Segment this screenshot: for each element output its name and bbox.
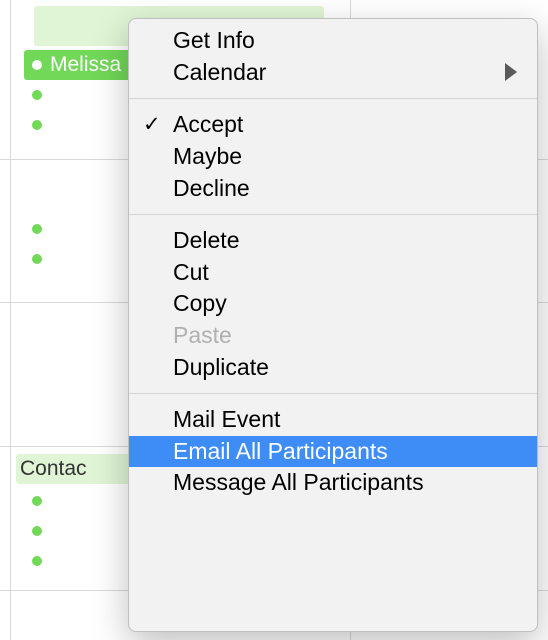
calendar-event[interactable]	[32, 88, 46, 102]
menu-item-label: Accept	[173, 113, 243, 136]
calendar-event[interactable]	[32, 494, 46, 508]
calendar-event[interactable]	[32, 554, 46, 568]
calendar-event[interactable]	[32, 524, 46, 538]
menu-item-label: Message All Participants	[173, 471, 424, 494]
menu-item-label: Calendar	[173, 61, 266, 84]
menu-item-label: Email All Participants	[173, 440, 388, 463]
menu-item-message-all-participants[interactable]: Message All Participants	[129, 467, 537, 499]
context-menu: Get Info Calendar ✓ Accept Maybe Decline…	[128, 18, 538, 632]
menu-separator	[129, 214, 537, 215]
event-label: Contac	[20, 457, 87, 481]
calendar-event[interactable]	[32, 222, 46, 236]
event-dot-icon	[32, 254, 42, 264]
menu-item-duplicate[interactable]: Duplicate	[129, 351, 537, 383]
menu-item-label: Duplicate	[173, 356, 269, 379]
menu-item-decline[interactable]: Decline	[129, 172, 537, 204]
calendar-event[interactable]	[32, 252, 46, 266]
menu-item-cut[interactable]: Cut	[129, 257, 537, 289]
menu-separator	[129, 393, 537, 394]
calendar-event[interactable]	[32, 118, 46, 132]
event-dot-icon	[32, 526, 42, 536]
menu-item-label: Copy	[173, 292, 227, 315]
event-dot-icon	[32, 90, 42, 100]
menu-item-label: Cut	[173, 261, 209, 284]
checkmark-icon: ✓	[143, 112, 161, 137]
menu-item-label: Paste	[173, 324, 232, 347]
menu-item-email-all-participants[interactable]: Email All Participants	[129, 436, 537, 468]
menu-item-delete[interactable]: Delete	[129, 225, 537, 257]
menu-item-label: Decline	[173, 177, 250, 200]
event-label: Melissa	[50, 53, 121, 77]
grid-line	[10, 0, 11, 640]
menu-item-label: Mail Event	[173, 408, 280, 431]
chevron-right-icon	[505, 63, 517, 81]
menu-item-copy[interactable]: Copy	[129, 288, 537, 320]
event-dot-icon	[32, 496, 42, 506]
menu-item-get-info[interactable]: Get Info	[129, 25, 537, 57]
menu-item-mail-event[interactable]: Mail Event	[129, 404, 537, 436]
menu-item-label: Delete	[173, 229, 239, 252]
calendar-background: Melissa Contac Get Info Calendar ✓ Accep…	[0, 0, 548, 640]
event-dot-icon	[32, 60, 42, 70]
menu-item-calendar[interactable]: Calendar	[129, 57, 537, 89]
menu-item-label: Get Info	[173, 29, 255, 52]
menu-item-paste: Paste	[129, 320, 537, 352]
menu-separator	[129, 98, 537, 99]
menu-item-accept[interactable]: ✓ Accept	[129, 109, 537, 141]
event-dot-icon	[32, 120, 42, 130]
menu-item-maybe[interactable]: Maybe	[129, 141, 537, 173]
event-dot-icon	[32, 224, 42, 234]
event-dot-icon	[32, 556, 42, 566]
menu-item-label: Maybe	[173, 145, 242, 168]
